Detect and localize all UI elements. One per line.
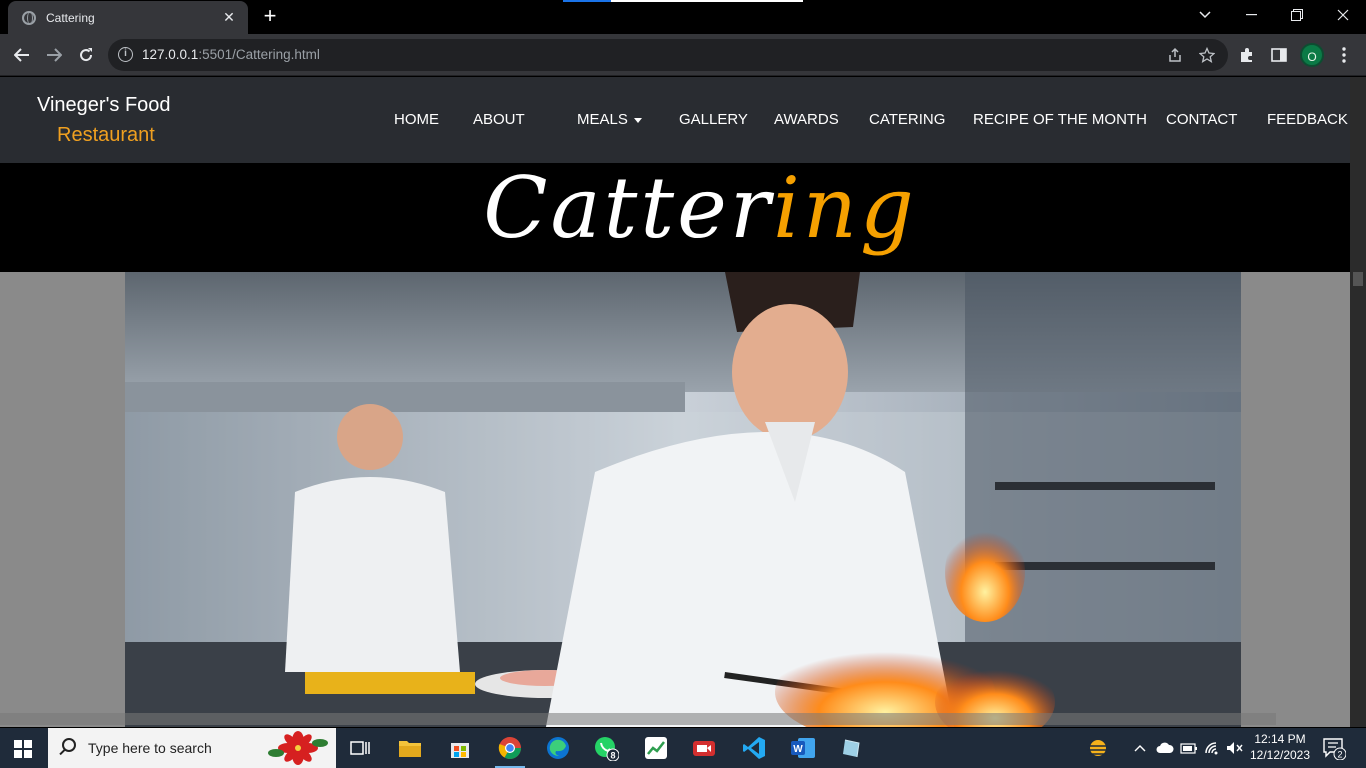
whatsapp-icon[interactable]: 8 xyxy=(592,734,620,762)
close-window-button[interactable] xyxy=(1320,0,1366,30)
new-tab-button[interactable]: + xyxy=(258,5,282,29)
snipping-tool-icon[interactable] xyxy=(838,734,866,762)
weather-icon[interactable] xyxy=(1084,728,1112,768)
nav-home[interactable]: HOME xyxy=(394,111,439,128)
close-tab-icon[interactable]: ✕ xyxy=(220,9,238,26)
windows-taskbar: Type here to search 8 W 12:14 PM 12/12/2… xyxy=(0,728,1366,768)
wifi-icon[interactable] xyxy=(1202,728,1224,768)
clock-date: 12/12/2023 xyxy=(1249,748,1311,762)
site-info-icon[interactable]: i xyxy=(118,47,133,62)
site-header: Vineger's Food Restaurant HOME ABOUT MEA… xyxy=(0,77,1350,163)
loading-indicator xyxy=(563,0,803,2)
back-arrow-icon[interactable] xyxy=(9,42,35,68)
windows-start-icon[interactable] xyxy=(14,740,32,758)
tab-search-icon[interactable] xyxy=(1182,0,1228,30)
chrome-icon[interactable] xyxy=(496,734,524,762)
battery-icon[interactable] xyxy=(1178,728,1200,768)
nav-meals[interactable]: MEALS xyxy=(577,111,642,128)
finance-chart-icon[interactable] xyxy=(642,734,670,762)
chefs-kitchen-image xyxy=(125,272,1241,727)
tab-title: Cattering xyxy=(46,10,95,25)
file-explorer-icon[interactable] xyxy=(396,734,424,762)
browser-tab[interactable]: Cattering ✕ xyxy=(8,1,248,34)
notification-count: 2 xyxy=(1337,750,1342,760)
globe-icon xyxy=(22,10,36,25)
hero-banner: Cattering xyxy=(0,159,1350,272)
nav-awards[interactable]: AWARDS xyxy=(774,111,839,128)
nav-recipe-of-the-month[interactable]: RECIPE OF THE MONTH xyxy=(973,111,1147,128)
side-panel-icon[interactable] xyxy=(1266,42,1292,68)
profile-avatar[interactable]: O xyxy=(1300,43,1324,67)
brand-name[interactable]: Vineger's Food xyxy=(37,94,171,117)
search-placeholder: Type here to search xyxy=(88,740,212,756)
extensions-puzzle-icon[interactable] xyxy=(1234,42,1260,68)
more-menu-icon[interactable] xyxy=(1331,42,1357,68)
vscode-icon[interactable] xyxy=(740,734,768,762)
page-title: Cattering xyxy=(483,159,917,257)
browser-toolbar: i 127.0.0.1:5501/Cattering.html O xyxy=(0,34,1366,76)
word-icon[interactable]: W xyxy=(789,734,817,762)
taskbar-search-box[interactable]: Type here to search xyxy=(48,728,336,768)
web-page: Vineger's Food Restaurant HOME ABOUT MEA… xyxy=(0,77,1366,727)
bookmark-star-icon[interactable] xyxy=(1196,44,1218,66)
browser-tab-strip: Cattering ✕ + xyxy=(0,0,1366,34)
taskbar-clock[interactable]: 12:14 PM 12/12/2023 xyxy=(1244,731,1316,763)
minimize-button[interactable] xyxy=(1228,0,1274,30)
nav-catering[interactable]: CATERING xyxy=(869,111,945,128)
address-bar[interactable]: i 127.0.0.1:5501/Cattering.html xyxy=(108,39,1228,71)
nav-feedback[interactable]: FEEDBACK xyxy=(1267,111,1348,128)
restore-button[interactable] xyxy=(1274,0,1320,30)
nav-gallery[interactable]: GALLERY xyxy=(679,111,748,128)
chevron-up-icon[interactable] xyxy=(1130,728,1150,768)
svg-text:W: W xyxy=(793,744,803,755)
volume-muted-icon[interactable] xyxy=(1224,728,1246,768)
search-icon xyxy=(62,738,76,752)
brand-subtitle: Restaurant xyxy=(57,124,155,146)
reload-icon[interactable] xyxy=(73,42,99,68)
nav-about[interactable]: ABOUT xyxy=(473,111,525,128)
microsoft-store-icon[interactable] xyxy=(446,734,474,762)
notification-center-icon[interactable]: 2 xyxy=(1322,736,1347,761)
caret-down-icon xyxy=(633,117,642,123)
whatsapp-badge: 8 xyxy=(610,751,615,761)
edge-icon[interactable] xyxy=(544,734,572,762)
onedrive-cloud-icon[interactable] xyxy=(1154,728,1176,768)
horizontal-scrollbar[interactable] xyxy=(0,713,1276,725)
screen-recorder-icon[interactable] xyxy=(690,734,718,762)
vertical-scrollbar[interactable] xyxy=(1350,77,1366,727)
url-text[interactable]: 127.0.0.1:5501/Cattering.html xyxy=(142,47,320,62)
forward-arrow-icon[interactable] xyxy=(41,42,67,68)
task-view-icon[interactable] xyxy=(346,734,374,762)
nav-contact[interactable]: CONTACT xyxy=(1166,111,1237,128)
scrollbar-thumb[interactable] xyxy=(1353,272,1363,286)
share-icon[interactable] xyxy=(1164,44,1186,66)
poinsettia-icon xyxy=(268,731,328,765)
clock-time: 12:14 PM xyxy=(1254,732,1306,746)
